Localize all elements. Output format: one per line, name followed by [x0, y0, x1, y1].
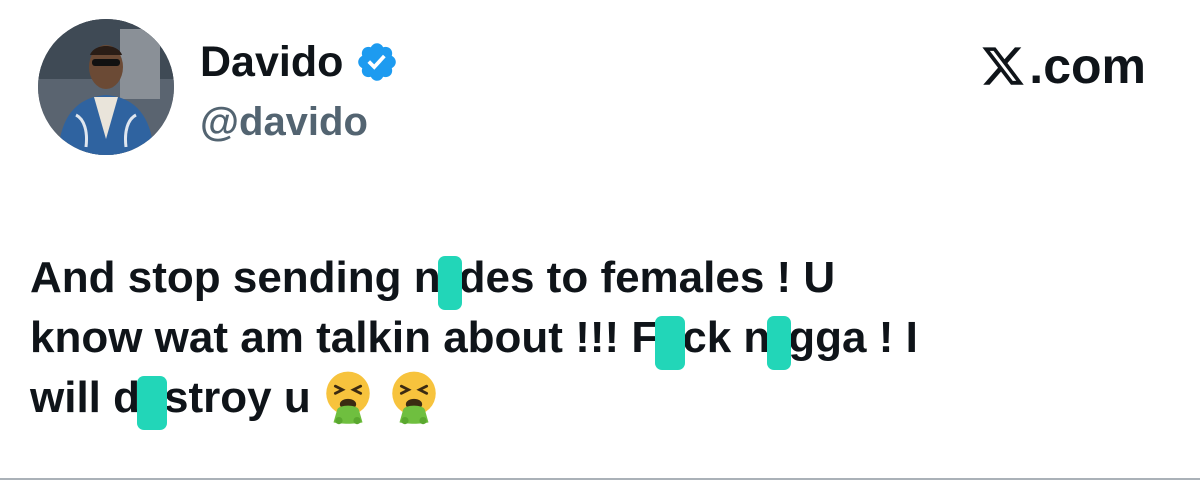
tweet-segment: des to females ! U: [458, 253, 836, 302]
profile-photo-icon: [38, 19, 174, 155]
tweet-segment: know wat am talkin about !!! F: [30, 313, 659, 362]
brand-suffix: .com: [1029, 38, 1146, 94]
tweet-segment: will d: [30, 373, 140, 422]
tweet-line-3: will d stroy u: [30, 368, 1170, 430]
author-handle[interactable]: @davido: [200, 94, 368, 150]
tweet-text: And stop sending n des to females ! U kno…: [30, 248, 1170, 430]
avatar[interactable]: [38, 19, 174, 155]
tweet-segment: stroy u: [164, 373, 311, 422]
censor-mark: [655, 316, 686, 370]
brand-watermark: .com: [980, 36, 1146, 96]
censor-mark: [767, 316, 792, 370]
vomiting-face-icon: [391, 371, 436, 425]
tweet-segment: gga ! I: [788, 313, 918, 362]
vomiting-face-icon: [325, 371, 370, 425]
author-name-row: Davido: [200, 34, 399, 90]
tweet-card: Davido @davido .com And stop sending n de…: [0, 0, 1200, 480]
censor-mark: [137, 376, 167, 430]
tweet-line-2: know wat am talkin about !!! F ck n gga ! …: [30, 308, 1170, 370]
x-logo-icon: [982, 47, 1025, 85]
tweet-line-1: And stop sending n des to females ! U: [30, 248, 1170, 310]
tweet-segment: ck n: [682, 313, 771, 362]
censor-mark: [437, 256, 462, 310]
author-name[interactable]: Davido: [200, 34, 343, 90]
tweet-segment: And stop sending n: [30, 253, 441, 302]
verified-badge-icon: [358, 43, 397, 81]
